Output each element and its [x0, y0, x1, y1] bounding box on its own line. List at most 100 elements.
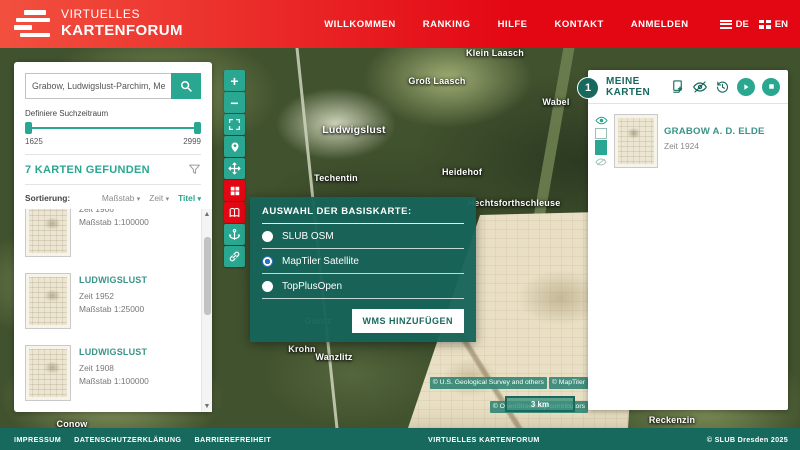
- basemap-option-label: SLUB OSM: [282, 230, 334, 242]
- crop-disabled-icon[interactable]: [595, 158, 607, 166]
- sort-option[interactable]: Maßstab ▾: [102, 193, 140, 203]
- results-scrollbar[interactable]: ▲ ▼: [201, 209, 212, 412]
- nav-item[interactable]: WILLKOMMEN: [324, 19, 396, 30]
- result-list-item[interactable]: Zeit 1906 Maßstab 1:100000: [25, 209, 194, 265]
- slider-handle-min[interactable]: [25, 122, 32, 134]
- radio-button-icon[interactable]: [262, 280, 273, 292]
- map-place-label: Reckenzin: [648, 415, 696, 425]
- wms-add-button[interactable]: WMS HINZUFÜGEN: [351, 309, 464, 333]
- history-button[interactable]: [715, 79, 730, 94]
- language-switcher: DE EN: [719, 19, 788, 30]
- basemap-option[interactable]: SLUB OSM: [262, 224, 464, 249]
- my-maps-count-badge: 1: [577, 77, 599, 99]
- permalink-button[interactable]: [224, 246, 245, 267]
- opacity-slider[interactable]: [595, 128, 607, 155]
- scrollbar-thumb[interactable]: [204, 237, 211, 315]
- map-place-label: Techentin: [314, 173, 358, 183]
- my-map-card[interactable]: GRABOW A. D. ELDE Zeit 1924: [588, 104, 788, 168]
- german-flag-icon: [719, 19, 732, 29]
- scroll-down-arrow-icon[interactable]: ▼: [202, 401, 212, 412]
- basemap-option-label: MapTiler Satellite: [282, 255, 359, 267]
- map-toolbar: + −: [224, 70, 245, 267]
- result-time: Zeit 1908: [79, 363, 114, 374]
- stop-button[interactable]: [762, 77, 780, 96]
- eye-off-icon: [692, 80, 708, 93]
- nav-item[interactable]: ANMELDEN: [631, 19, 689, 30]
- time-range-label: Definiere Suchzeitraum: [25, 109, 109, 118]
- move-arrows-icon: [228, 162, 241, 175]
- lang-en[interactable]: EN: [758, 19, 788, 30]
- sort-option[interactable]: Zeit ▾: [149, 193, 169, 203]
- locate-marker-button[interactable]: [224, 136, 245, 157]
- radio-button-icon[interactable]: [262, 230, 273, 242]
- spatial-reference-button[interactable]: [224, 224, 245, 245]
- chevron-down-icon: ▾: [165, 196, 170, 203]
- result-list-item[interactable]: LUDWIGSLUST Zeit 1952 Maßstab 1:25000: [25, 265, 194, 337]
- extent-corners-icon: [228, 118, 241, 131]
- pan-move-button[interactable]: [224, 158, 245, 179]
- time-range-slider: [25, 122, 201, 134]
- result-title: LUDWIGSLUST: [79, 275, 148, 285]
- link-chain-icon: [229, 251, 240, 262]
- mosaic-view-button[interactable]: [224, 180, 245, 201]
- map-thumbnail: [25, 273, 71, 329]
- map-thumbnail: [25, 345, 71, 401]
- map-scale-bar: 3 km: [505, 396, 575, 412]
- basemap-option-label: TopPlusOpen: [282, 280, 343, 292]
- filter-funnel-icon[interactable]: [188, 163, 201, 176]
- map-place-label: Conow: [56, 419, 88, 428]
- radio-button-icon[interactable]: [262, 255, 273, 267]
- time-max-value: 2999: [183, 137, 201, 146]
- basemap-option[interactable]: TopPlusOpen: [262, 274, 464, 299]
- divider: [25, 154, 201, 155]
- play-button[interactable]: [737, 77, 755, 96]
- play-icon: [744, 83, 749, 90]
- search-icon: [180, 80, 192, 92]
- nav-item[interactable]: KONTAKT: [555, 19, 604, 30]
- opacity-slider-handle[interactable]: [595, 128, 607, 139]
- app-logo[interactable]: VIRTUELLES KARTENFORUM: [0, 8, 183, 39]
- satellite-texture: [523, 48, 576, 278]
- footer-link[interactable]: IMPRESSUM: [14, 435, 61, 444]
- results-count-heading: 7 KARTEN GEFUNDEN: [25, 163, 150, 176]
- result-list-item[interactable]: NEUSTADT BEI LUDWIGSLUST Zeit 1951 Maßst…: [25, 409, 194, 412]
- result-list-item[interactable]: LUDWIGSLUST Zeit 1908 Maßstab 1:100000: [25, 337, 194, 409]
- sort-option[interactable]: Titel ▾: [178, 193, 201, 203]
- basemap-option[interactable]: MapTiler Satellite: [262, 249, 464, 274]
- minus-icon: −: [230, 94, 239, 111]
- zoom-out-button[interactable]: −: [224, 92, 245, 113]
- slider-handle-max[interactable]: [194, 122, 201, 134]
- search-button[interactable]: [171, 73, 201, 99]
- georeference-button[interactable]: [224, 202, 245, 223]
- map-place-label: Krohn: [288, 344, 316, 354]
- footer-site-name: VIRTUELLES KARTENFORUM: [428, 434, 540, 444]
- footer-link[interactable]: BARRIEREFREIHEIT: [194, 435, 271, 444]
- main-nav: WILLKOMMEN RANKING HILFE KONTAKT ANMELDEN DE…: [324, 0, 788, 48]
- full-extent-button[interactable]: [224, 114, 245, 135]
- lang-de[interactable]: DE: [719, 19, 749, 30]
- zoom-in-button[interactable]: +: [224, 70, 245, 91]
- result-scale: Maßstab 1:100000: [79, 217, 149, 228]
- basemap-popup-title: AUSWAHL DER BASISKARTE:: [262, 206, 464, 224]
- nav-item[interactable]: RANKING: [423, 19, 471, 30]
- sort-label: Sortierung:: [25, 193, 71, 203]
- attribution-badge: © U.S. Geological Survey and others: [429, 377, 547, 390]
- my-map-time: Zeit 1924: [664, 141, 699, 151]
- results-list: Zeit 1906 Maßstab 1:100000 LUDWIGSLUST Z…: [25, 209, 212, 412]
- search-input[interactable]: [25, 73, 171, 99]
- chevron-down-icon: ▾: [197, 196, 201, 203]
- my-maps-title: MEINE KARTEN: [606, 75, 651, 98]
- map-thumbnail: [25, 209, 71, 257]
- opacity-slider-fill: [595, 140, 607, 155]
- nav-item[interactable]: HILFE: [498, 19, 528, 30]
- divider: [25, 184, 201, 185]
- time-min-value: 1625: [25, 137, 43, 146]
- footer-link[interactable]: DATENSCHUTZERKLÄRUNG: [74, 435, 181, 444]
- app-footer: IMPRESSUM DATENSCHUTZERKLÄRUNG BARRIEREFRE…: [0, 428, 800, 450]
- visibility-eye-icon[interactable]: [594, 116, 608, 125]
- hide-all-maps-button[interactable]: [692, 79, 708, 95]
- scroll-up-arrow-icon[interactable]: ▲: [202, 209, 212, 220]
- logo-bars-icon: [14, 10, 52, 38]
- map-place-label: Groß Laasch: [408, 76, 466, 86]
- export-maps-button[interactable]: [670, 79, 685, 94]
